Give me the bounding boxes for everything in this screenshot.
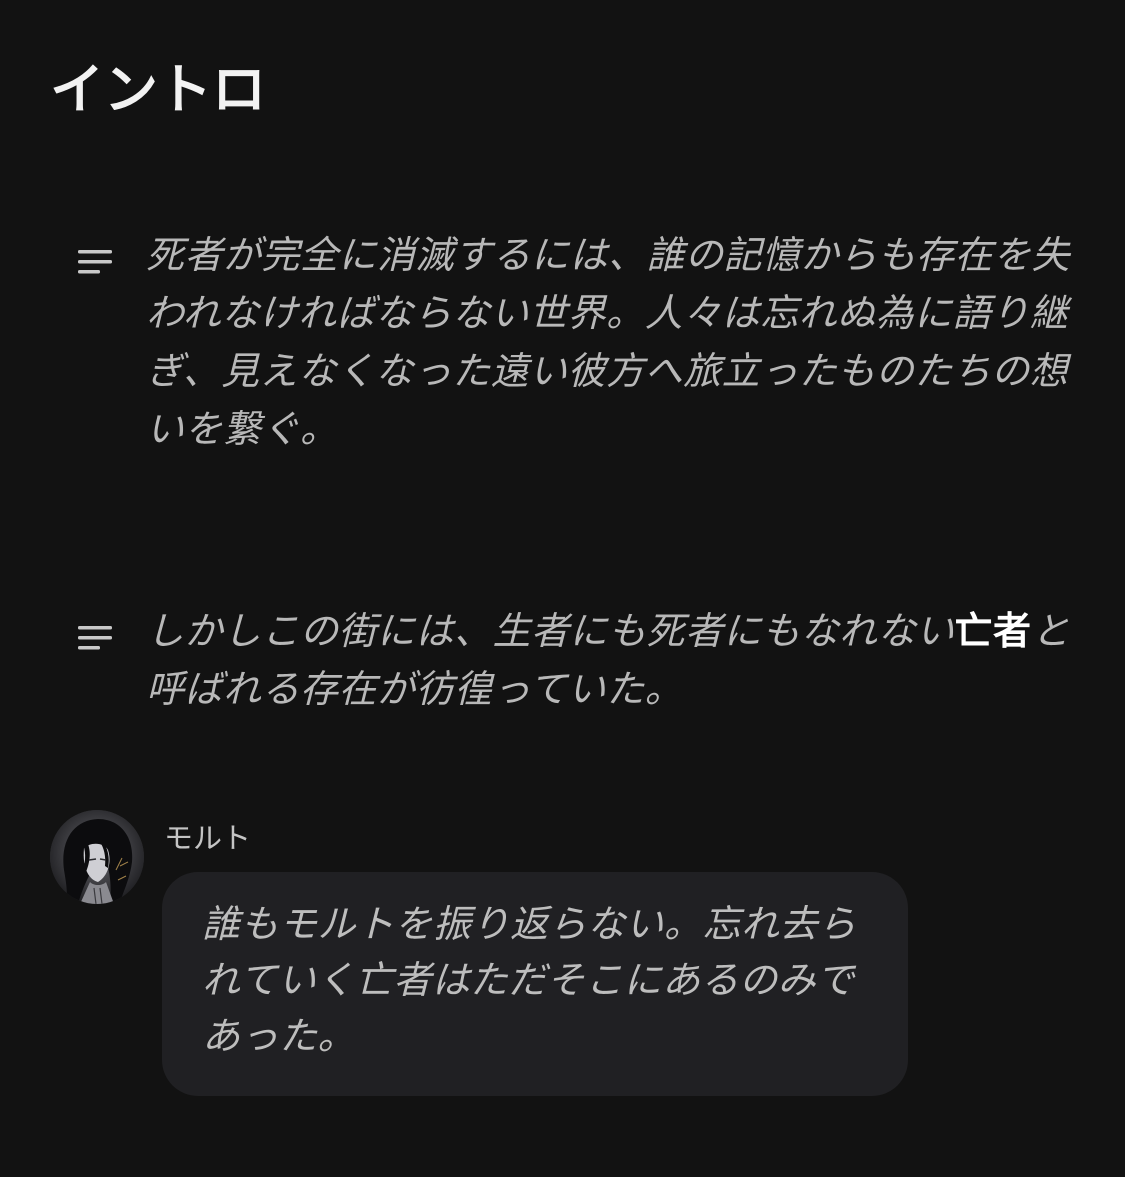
speaker-name: モルト bbox=[164, 821, 252, 855]
bold-term: 亡者 bbox=[954, 609, 1032, 653]
narration-text: 死者が完全に消滅するには、誰の記憶からも存在を失われなければならない世界。人々は… bbox=[146, 233, 1071, 451]
text-lines-icon bbox=[78, 624, 112, 664]
narration-text: しかしこの街には、生者にも死者にもなれない亡者と呼ばれる存在が彷徨っていた。 bbox=[146, 602, 1086, 718]
narration-text-part: しかしこの街には、生者にも死者にもなれない bbox=[146, 609, 955, 653]
page-title: イントロ bbox=[50, 58, 266, 121]
narration-block: 死者が完全に消滅するには、誰の記憶からも存在を失われなければならない世界。人々は… bbox=[78, 226, 1098, 458]
character-avatar-icon bbox=[50, 810, 144, 904]
message-text: 誰もモルトを振り返らない。忘れ去られていく亡者はただそこにあるのみであった。 bbox=[202, 902, 857, 1058]
message-bubble: 誰もモルトを振り返らない。忘れ去られていく亡者はただそこにあるのみであった。 bbox=[162, 872, 908, 1096]
avatar[interactable] bbox=[50, 810, 144, 904]
text-lines-icon bbox=[78, 248, 112, 288]
narration-block: しかしこの街には、生者にも死者にもなれない亡者と呼ばれる存在が彷徨っていた。 bbox=[78, 602, 1098, 718]
